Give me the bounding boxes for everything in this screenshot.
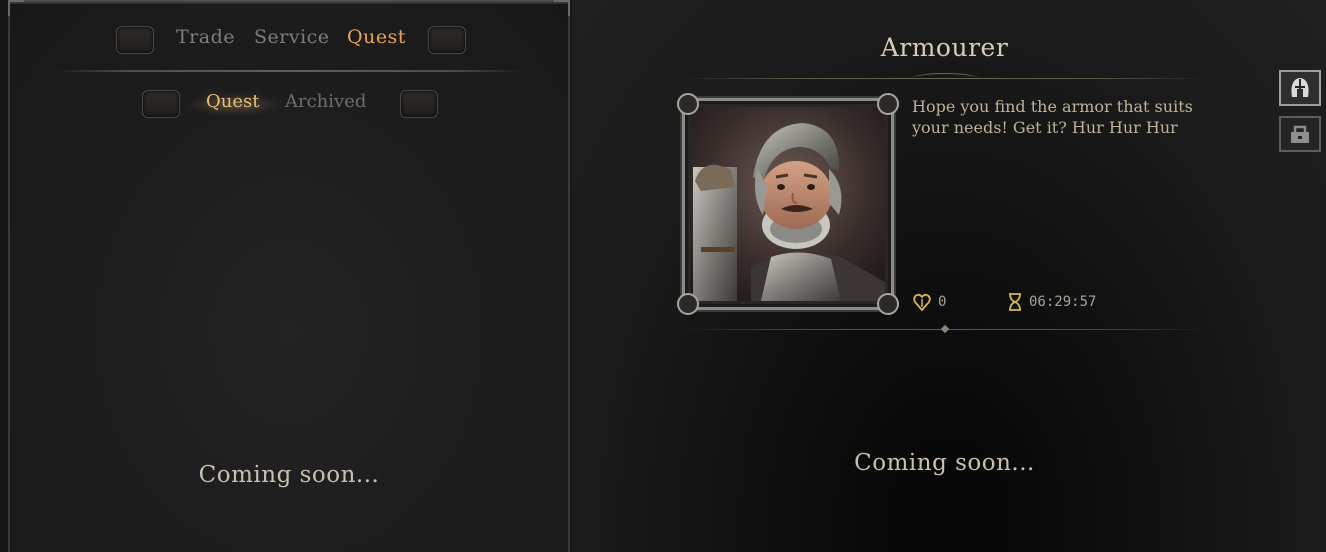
reputation-value: 0 xyxy=(938,294,947,310)
npc-dialogue: Hope you find the armor that suits your … xyxy=(912,97,1193,137)
next-subtab-key-hint[interactable] xyxy=(400,90,438,118)
frame-corner-ornament xyxy=(877,293,899,315)
helmet-tab-button[interactable] xyxy=(1279,70,1321,106)
frame-corner-ornament xyxy=(677,93,699,115)
npc-name: Armourer xyxy=(880,33,1009,62)
tab-service[interactable]: Service xyxy=(254,26,330,48)
timer-value: 06:29:57 xyxy=(1029,294,1097,310)
tab-divider xyxy=(56,70,522,72)
npc-panel: Armourer Hope you find the armor that su… xyxy=(572,0,1326,552)
heart-shield-icon xyxy=(913,293,931,312)
armourer-portrait-illustration xyxy=(691,107,885,301)
divider-ornament xyxy=(940,324,950,334)
next-tab-key-hint[interactable] xyxy=(428,26,466,54)
subtab-archived[interactable]: Archived xyxy=(285,91,366,112)
npc-portrait xyxy=(677,93,899,315)
refresh-timer: 06:29:57 xyxy=(1007,292,1096,312)
coming-soon-text: Coming soon... xyxy=(854,450,1035,476)
armor-tab-button[interactable] xyxy=(1279,116,1321,152)
game-merchant-screen: Trade Service Quest Quest Archived Comin… xyxy=(0,0,1326,552)
subtab-quest[interactable]: Quest xyxy=(206,91,259,112)
sub-tab-bar: Quest Archived xyxy=(10,88,568,118)
tab-quest[interactable]: Quest xyxy=(347,26,406,48)
frame-corner-ornament xyxy=(877,93,899,115)
portrait-image xyxy=(691,107,885,301)
quest-panel: Trade Service Quest Quest Archived Comin… xyxy=(8,0,570,552)
panel-corner xyxy=(8,0,24,16)
panel-corner xyxy=(554,0,570,16)
reputation-stat: 0 xyxy=(912,292,946,312)
frame-corner-ornament xyxy=(677,293,699,315)
prev-subtab-key-hint[interactable] xyxy=(142,90,180,118)
helmet-icon xyxy=(1291,78,1309,97)
prev-tab-key-hint[interactable] xyxy=(116,26,154,54)
chest-armor-icon xyxy=(1291,125,1309,143)
hourglass-icon xyxy=(1009,293,1021,311)
main-tab-bar: Trade Service Quest xyxy=(10,24,568,56)
divider-ornament xyxy=(912,73,978,84)
tab-trade[interactable]: Trade xyxy=(176,26,235,48)
coming-soon-text: Coming soon... xyxy=(198,462,380,488)
